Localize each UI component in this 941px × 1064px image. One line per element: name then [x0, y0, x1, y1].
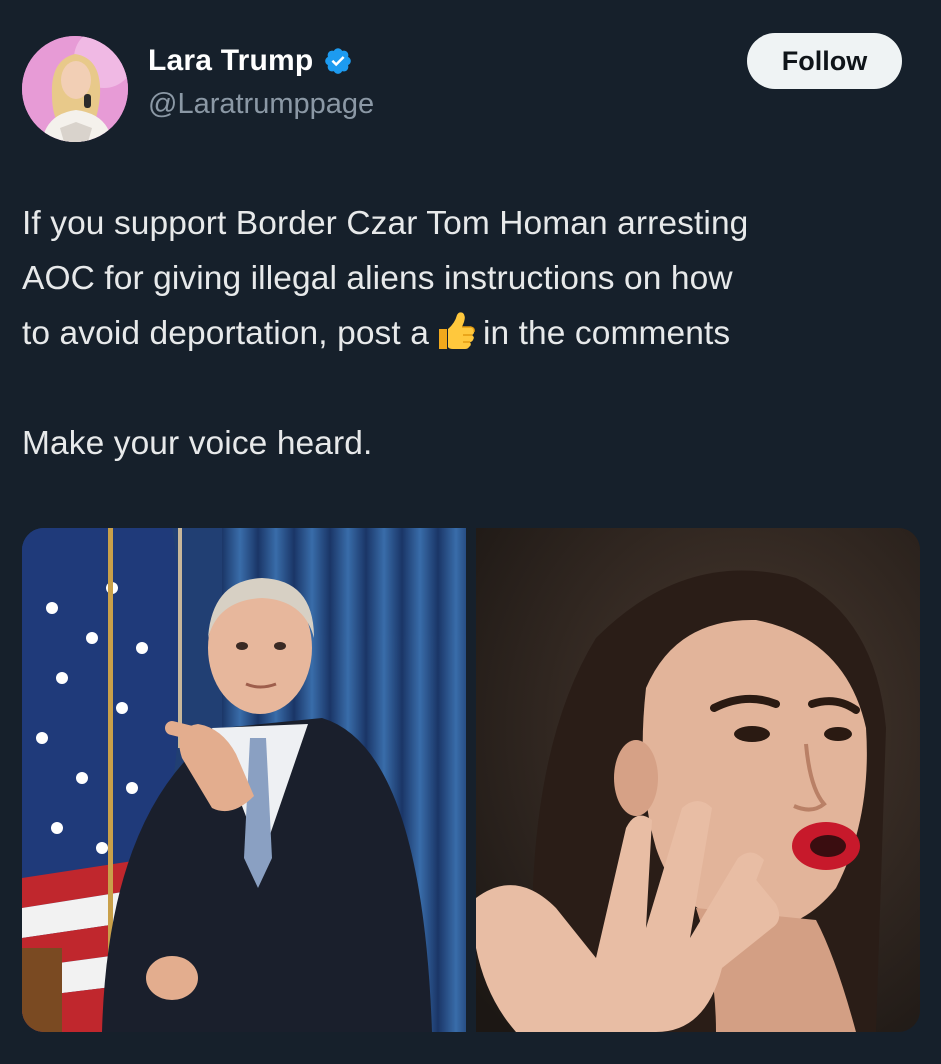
- follow-button[interactable]: Follow: [747, 33, 902, 89]
- post-card: Lara Trump @Laratrumppage Follow If you …: [0, 0, 941, 1064]
- post-header: Lara Trump @Laratrumppage Follow: [22, 30, 902, 142]
- thumbs-up-icon: [433, 309, 477, 353]
- media-photo-1[interactable]: [22, 528, 466, 1032]
- post-text-line: AOC for giving illegal aliens instructio…: [22, 260, 733, 297]
- photo-woman-speaking-icon: [476, 528, 920, 1032]
- profile-photo-icon: [22, 36, 128, 142]
- media-photo-2[interactable]: [476, 528, 920, 1032]
- verified-badge-icon: [323, 46, 353, 76]
- photo-man-at-podium-with-flag-icon: [22, 528, 466, 1032]
- post-media-grid: [22, 528, 920, 1032]
- post-text: If you support Border Czar Tom Homan arr…: [22, 196, 912, 471]
- author-display-name[interactable]: Lara Trump: [148, 44, 313, 78]
- post-text-segment: to avoid deportation, post a: [22, 315, 429, 352]
- post-text-segment: in the comments: [482, 315, 731, 352]
- post-text-line: to avoid deportation, post a in the comm…: [22, 306, 912, 361]
- avatar[interactable]: [22, 36, 128, 142]
- post-text-line: Make your voice heard.: [22, 425, 373, 462]
- author-handle[interactable]: @Laratrumppage: [148, 88, 374, 121]
- post-text-line: If you support Border Czar Tom Homan arr…: [22, 205, 749, 242]
- author-name-row: Lara Trump: [148, 44, 353, 78]
